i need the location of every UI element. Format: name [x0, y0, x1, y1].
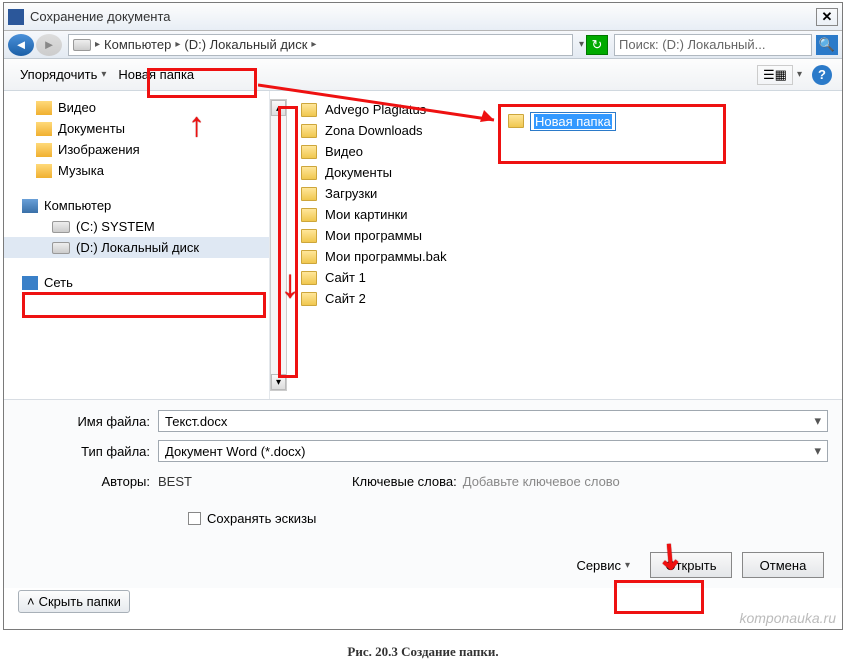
file-item[interactable]: Документы — [299, 162, 832, 183]
titlebar: Сохранение документа ✕ — [4, 3, 842, 31]
authors-value[interactable]: BEST — [158, 474, 192, 489]
folder-icon — [301, 229, 317, 243]
chevron-down-icon: ▾ — [101, 69, 106, 80]
folder-icon — [301, 292, 317, 306]
sidebar-item-pictures[interactable]: Изображения — [4, 139, 269, 160]
folder-icon — [301, 166, 317, 180]
search-placeholder: Поиск: (D:) Локальный... — [619, 37, 807, 52]
window-title: Сохранение документа — [30, 9, 816, 24]
scroll-up-button[interactable]: ▴ — [271, 100, 286, 116]
chevron-down-icon: ▾ — [625, 560, 630, 571]
filename-input[interactable]: Текст.docx▾ — [158, 410, 828, 432]
folder-icon — [301, 271, 317, 285]
documents-icon — [36, 122, 52, 136]
sidebar-scrollbar[interactable]: ▴ ▾ — [270, 99, 287, 391]
sidebar-item-network[interactable]: Сеть — [4, 272, 269, 293]
open-button[interactable]: Открыть — [650, 552, 732, 578]
search-field[interactable]: Поиск: (D:) Локальный... — [614, 34, 812, 56]
figure-caption: Рис. 20.3 Создание папки. — [0, 644, 846, 660]
music-icon — [36, 164, 52, 178]
back-button[interactable]: ◄ — [8, 34, 34, 56]
computer-icon — [22, 199, 38, 213]
chevron-right-icon: ▸ — [175, 39, 180, 50]
navigation-sidebar: Видео Документы Изображения Музыка Компь… — [4, 91, 270, 399]
new-folder-button[interactable]: Новая папка — [112, 64, 200, 85]
folder-icon — [301, 124, 317, 138]
filetype-label: Тип файла: — [18, 444, 158, 459]
new-folder-name-input[interactable]: Новая папка — [530, 112, 616, 131]
refresh-button[interactable]: ↻ — [586, 35, 608, 55]
file-item[interactable]: Мои программы — [299, 225, 832, 246]
save-thumbnail-label: Сохранять эскизы — [207, 511, 316, 526]
crumb-computer[interactable]: Компьютер — [104, 37, 171, 52]
view-options-button[interactable]: ☰▦ — [757, 65, 793, 85]
bottom-panel: Имя файла: Текст.docx▾ Тип файла: Докуме… — [4, 399, 842, 588]
new-folder-edit-box: Новая папка — [500, 106, 724, 162]
hide-folders-button[interactable]: ˄ Скрыть папки — [18, 590, 130, 613]
file-item[interactable]: Загрузки — [299, 183, 832, 204]
file-item[interactable]: Мои картинки — [299, 204, 832, 225]
save-thumbnail-checkbox[interactable] — [188, 512, 201, 525]
drive-icon — [52, 242, 70, 254]
service-menu[interactable]: Сервис▾ — [576, 558, 630, 573]
chevron-down-icon[interactable]: ▾ — [814, 413, 821, 429]
sidebar-item-documents[interactable]: Документы — [4, 118, 269, 139]
close-button[interactable]: ✕ — [816, 8, 838, 26]
folder-icon — [301, 145, 317, 159]
folder-icon — [301, 208, 317, 222]
toolbar: Упорядочить ▾ Новая папка ☰▦ ▾ ? — [4, 59, 842, 91]
navigation-bar: ◄ ► ▸ Компьютер ▸ (D:) Локальный диск ▸ … — [4, 31, 842, 59]
scroll-down-button[interactable]: ▾ — [271, 374, 286, 390]
keywords-hint[interactable]: Добавьте ключевое слово — [463, 474, 620, 489]
watermark: komponauka.ru — [739, 610, 836, 626]
sidebar-item-video[interactable]: Видео — [4, 97, 269, 118]
chevron-up-icon: ˄ — [27, 594, 35, 609]
authors-label: Авторы: — [18, 474, 158, 489]
word-app-icon — [8, 9, 24, 25]
chevron-right-icon: ▸ — [95, 39, 100, 50]
organize-menu[interactable]: Упорядочить ▾ — [14, 64, 112, 85]
search-button[interactable]: 🔍 — [816, 35, 838, 55]
drive-icon — [73, 39, 91, 51]
save-dialog-window: Сохранение документа ✕ ◄ ► ▸ Компьютер ▸… — [3, 2, 843, 630]
scroll-track[interactable] — [271, 116, 286, 374]
file-item[interactable]: Мои программы.bak — [299, 246, 832, 267]
crumb-drive[interactable]: (D:) Локальный диск — [184, 37, 307, 52]
folder-icon — [508, 114, 524, 128]
filename-label: Имя файла: — [18, 414, 158, 429]
chevron-down-icon[interactable]: ▾ — [814, 443, 821, 459]
file-item[interactable]: Сайт 1 — [299, 267, 832, 288]
cancel-button[interactable]: Отмена — [742, 552, 824, 578]
folder-icon — [301, 103, 317, 117]
filetype-select[interactable]: Документ Word (*.docx)▾ — [158, 440, 828, 462]
help-button[interactable]: ? — [812, 65, 832, 85]
file-item[interactable]: Сайт 2 — [299, 288, 832, 309]
drive-icon — [52, 221, 70, 233]
pictures-icon — [36, 143, 52, 157]
folder-icon — [301, 250, 317, 264]
keywords-label: Ключевые слова: — [352, 474, 457, 489]
folder-icon — [301, 187, 317, 201]
sidebar-item-computer[interactable]: Компьютер — [4, 195, 269, 216]
sidebar-item-drive-c[interactable]: (C:) SYSTEM — [4, 216, 269, 237]
history-dropdown-icon[interactable]: ▾ — [579, 39, 584, 50]
video-icon — [36, 101, 52, 115]
chevron-right-icon: ▸ — [311, 39, 316, 50]
network-icon — [22, 276, 38, 290]
chevron-down-icon[interactable]: ▾ — [797, 69, 802, 80]
sidebar-item-drive-d[interactable]: (D:) Локальный диск — [4, 237, 269, 258]
sidebar-item-music[interactable]: Музыка — [4, 160, 269, 181]
breadcrumb[interactable]: ▸ Компьютер ▸ (D:) Локальный диск ▸ — [68, 34, 573, 56]
forward-button[interactable]: ► — [36, 34, 62, 56]
